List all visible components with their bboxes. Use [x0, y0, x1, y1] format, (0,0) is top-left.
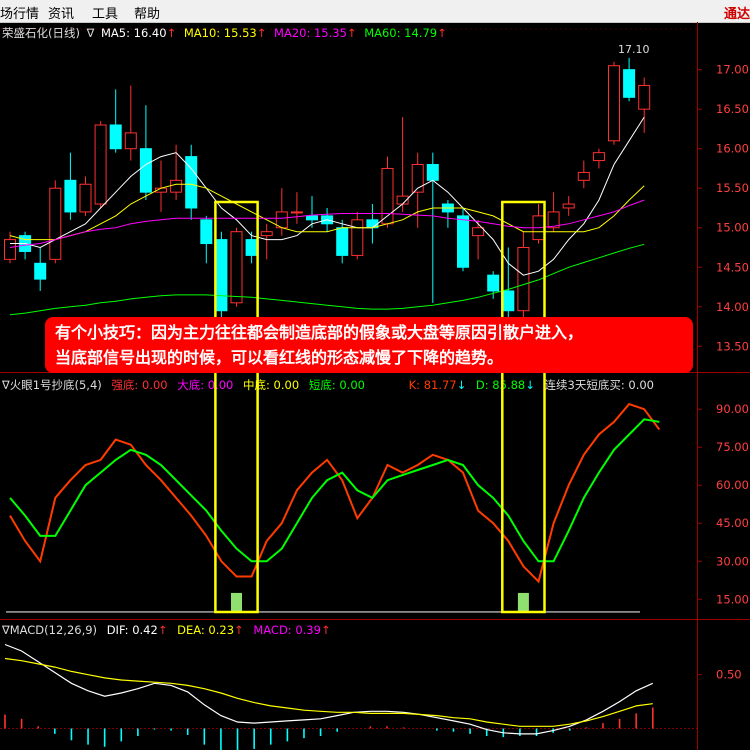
candle-up — [638, 84, 651, 110]
axis-tick-label: 60.00 — [716, 478, 749, 492]
candle-down — [245, 239, 258, 256]
axis-tick-label: 75.00 — [716, 440, 749, 454]
ma5-up-arrow-icon: ↑ — [167, 26, 177, 40]
kdj-title: ∇火眼1号抄底(5,4) — [1, 378, 102, 392]
macd-line-dif — [4, 643, 654, 735]
kdj-panel — [6, 402, 661, 613]
candle-up — [562, 203, 575, 209]
axis-tick-label: 13.50 — [716, 339, 749, 353]
candle-up — [290, 211, 303, 214]
macd-dif-value: DIF: 0.42 — [107, 623, 158, 637]
dea-up-arrow-icon: ↑ — [234, 623, 244, 637]
axis-tick-label: 0.50 — [716, 668, 742, 682]
kdj-buy-signal: 连续3天短底买: 0.00 — [545, 378, 654, 392]
candle-up — [608, 65, 620, 142]
candle-down — [109, 124, 122, 150]
candle-down — [34, 262, 47, 280]
dif-up-arrow-icon: ↑ — [158, 623, 168, 637]
candle-up — [351, 219, 364, 256]
candle-up — [260, 231, 273, 237]
menu-bar: 场行情 资讯 工具 帮助 通达 — [0, 0, 750, 23]
ma60-up-arrow-icon: ↑ — [437, 26, 447, 40]
axis-tick-label: 30.00 — [716, 554, 749, 568]
stock-chart[interactable]: 荣盛石化(日线) ∇ MA5: 16.40↑ MA10: 15.53↑ MA20… — [0, 22, 750, 750]
macd-panel — [0, 643, 697, 750]
ma20-up-arrow-icon: ↑ — [347, 26, 357, 40]
macd-value: MACD: 0.39 — [253, 623, 321, 637]
axis-tick-label: 15.00 — [716, 592, 749, 606]
candle-down — [487, 274, 500, 292]
kdj-header: ∇火眼1号抄底(5,4) 强底: 0.00 大底: 0.00 中底: 0.00 … — [1, 378, 654, 392]
candle-up — [94, 124, 107, 205]
highlight-overlay — [214, 200, 546, 614]
kdj-line-k — [9, 402, 661, 584]
ma10-up-arrow-icon: ↑ — [257, 26, 267, 40]
candle-down — [426, 164, 439, 181]
d-down-arrow-icon: ↓ — [525, 378, 535, 392]
axis-tick-label: 90.00 — [716, 402, 749, 416]
candle-up — [577, 171, 590, 181]
candle-down — [215, 239, 228, 312]
k-down-arrow-icon: ↓ — [457, 378, 467, 392]
kdj-short-bottom: 短底: 0.00 — [309, 378, 365, 392]
candle-up — [49, 187, 62, 260]
candle-down — [336, 227, 349, 256]
candle-up — [592, 152, 605, 162]
buy-signal-bar — [231, 592, 242, 612]
macd-title: ∇MACD(12,26,9) — [1, 623, 97, 637]
candle-up — [170, 179, 183, 193]
macd-up-arrow-icon: ↑ — [321, 623, 331, 637]
ma10-label: MA10: 15.53 — [184, 26, 257, 40]
menu-item-special[interactable]: 通达 — [724, 3, 750, 22]
macd-line-dea — [4, 657, 653, 727]
high-price-label: 17.10 — [618, 43, 650, 56]
main-title: 荣盛石化(日线) — [2, 26, 80, 40]
kdj-strong-bottom: 强底: 0.00 — [111, 378, 167, 392]
ma-line-ma60 — [9, 243, 645, 316]
menu-item-news[interactable]: 资讯 — [48, 3, 74, 22]
axis-tick-label: 45.00 — [716, 516, 749, 530]
menu-item-tools[interactable]: 工具 — [92, 3, 118, 22]
candle-down — [623, 69, 636, 98]
kdj-mid-bottom: 中底: 0.00 — [243, 378, 299, 392]
kdj-k-value: K: 81.77 — [409, 378, 457, 392]
axis-tick-label: 15.00 — [716, 221, 749, 235]
candle-down — [139, 148, 152, 193]
menu-item-help[interactable]: 帮助 — [134, 3, 160, 22]
ma5-label: MA5: 16.40 — [101, 26, 167, 40]
candle-down — [502, 290, 515, 312]
candle-down — [306, 215, 318, 221]
ma20-label: MA20: 15.35 — [274, 26, 347, 40]
candle-up — [124, 132, 137, 150]
axis-tick-label: 16.50 — [716, 102, 749, 116]
kdj-line-d — [9, 418, 660, 563]
candle-up — [472, 227, 485, 237]
axis-tick-label: 15.50 — [716, 181, 749, 195]
axis-tick-label: 14.00 — [716, 300, 749, 314]
main-header: 荣盛石化(日线) ∇ MA5: 16.40↑ MA10: 15.53↑ MA20… — [2, 26, 447, 40]
buy-signal-bar — [517, 592, 529, 612]
kdj-d-value: D: 85.88 — [476, 378, 525, 392]
candle-up — [79, 183, 92, 213]
macd-dea-value: DEA: 0.23 — [177, 623, 234, 637]
annotation-line-2: 当底部信号出现的时候，可以看红线的形态减慢了下降的趋势。 — [55, 348, 504, 367]
kdj-big-bottom: 大底: 0.00 — [177, 378, 233, 392]
candle-down — [64, 179, 77, 213]
candle-down — [200, 219, 213, 245]
candle-up — [517, 246, 530, 312]
macd-header: ∇MACD(12,26,9) DIF: 0.42↑ DEA: 0.23↑ MAC… — [1, 623, 331, 637]
axis-tick-label: 14.50 — [716, 260, 749, 274]
candlestick-panel — [4, 57, 651, 331]
annotation-banner: 有个小技巧：因为主力往往都会制造底部的假象或大盘等原因引散户进入， 当底部信号出… — [45, 317, 693, 373]
ma60-label: MA60: 14.79 — [364, 26, 437, 40]
candle-up — [230, 231, 243, 304]
candle-up — [4, 239, 16, 260]
annotation-line-1: 有个小技巧：因为主力往往都会制造底部的假象或大盘等原因引散户进入， — [55, 323, 584, 342]
main-dropdown-icon[interactable]: ∇ — [86, 26, 95, 40]
axis-tick-label: 16.00 — [716, 142, 749, 156]
candle-down — [457, 215, 469, 268]
axis-tick-label: 17.00 — [716, 63, 749, 77]
menu-item-market[interactable]: 场行情 — [0, 3, 39, 22]
